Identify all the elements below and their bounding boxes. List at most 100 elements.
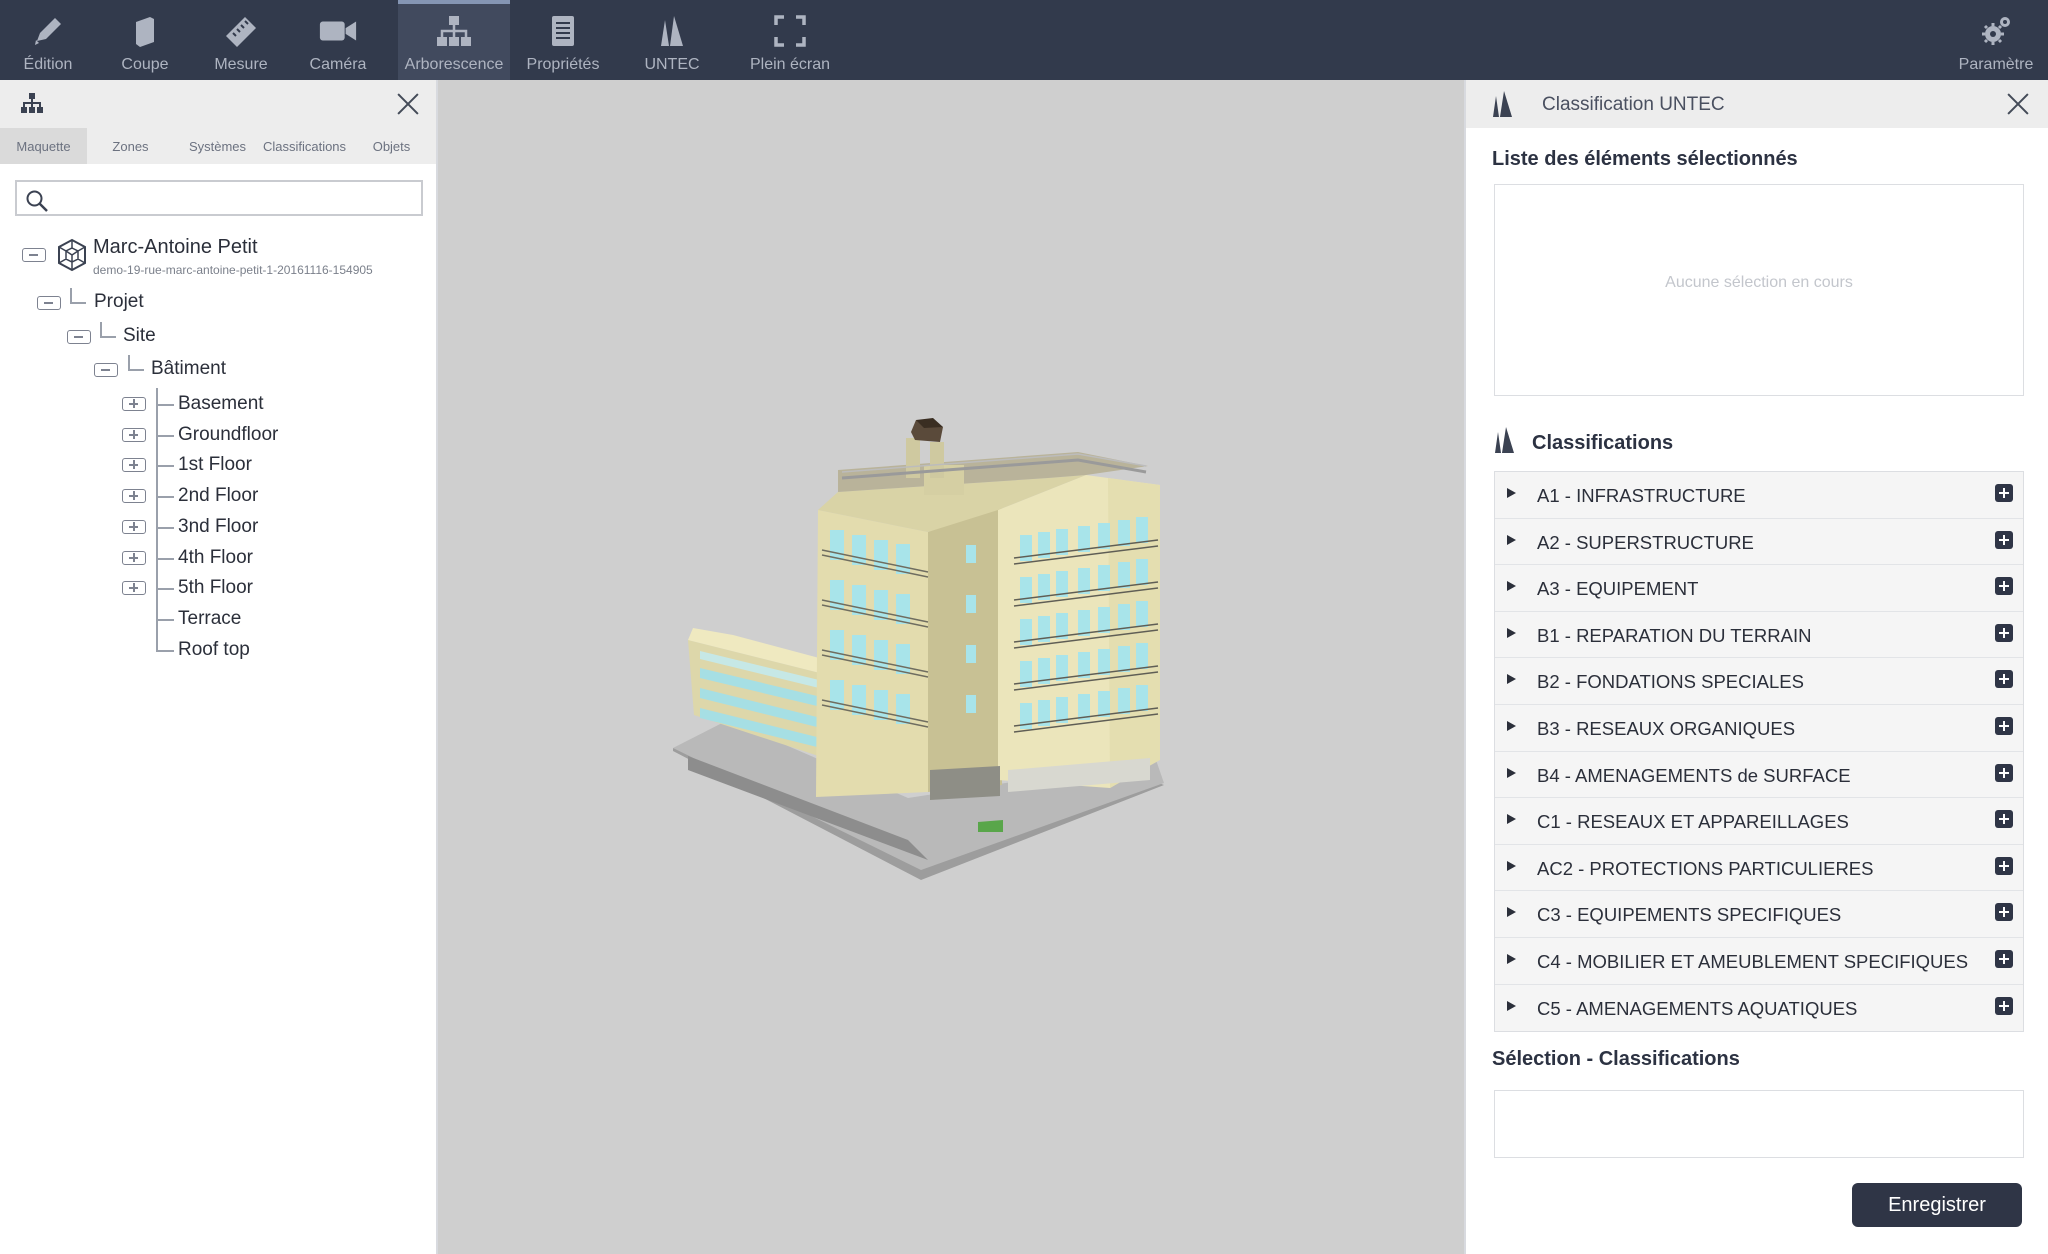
classification-row[interactable]: C1 - RESEAUX ET APPAREILLAGES [1495, 798, 2023, 845]
section-cut-icon [125, 14, 165, 48]
classifications-title: Classifications [1532, 432, 1674, 454]
save-button[interactable]: Enregistrer [1852, 1183, 2022, 1227]
classification-row[interactable]: AC2 - PROTECTIONS PARTICULIERES [1495, 845, 2023, 892]
tree-item-level[interactable]: Roof top [178, 639, 250, 661]
caret-right-icon[interactable] [1507, 767, 1516, 778]
caret-right-icon[interactable] [1507, 720, 1516, 731]
tree-expand-toggle[interactable] [122, 428, 146, 442]
tree-hierarchy-icon [434, 14, 474, 48]
tree-expand-toggle[interactable] [122, 489, 146, 503]
settings-button[interactable]: Paramètre [1950, 0, 2042, 80]
tool-mesure[interactable]: Mesure [204, 0, 278, 80]
video-camera-icon [318, 14, 358, 48]
close-untec-panel-button[interactable] [2004, 90, 2032, 118]
3d-viewer[interactable] [438, 80, 1464, 1254]
tree-expand-toggle[interactable] [122, 581, 146, 595]
tool-plein-ecran[interactable]: Plein écran [744, 0, 836, 80]
tool-camera[interactable]: Caméra [302, 0, 374, 80]
tree-item-level[interactable]: 1st Floor [178, 454, 252, 476]
add-classification-icon[interactable] [1995, 949, 2013, 968]
tab-maquette[interactable]: Maquette [0, 128, 87, 164]
add-classification-icon[interactable] [1995, 670, 2013, 689]
tool-untec[interactable]: UNTEC [636, 0, 708, 80]
add-classification-icon[interactable] [1995, 903, 2013, 922]
caret-right-icon[interactable] [1507, 534, 1516, 545]
tree-collapse-toggle[interactable] [37, 296, 61, 310]
add-classification-icon[interactable] [1995, 577, 2013, 596]
tree-connector [156, 588, 174, 590]
classification-row[interactable]: B2 - FONDATIONS SPECIALES [1495, 658, 2023, 705]
tab-classifications[interactable]: Classifications [261, 128, 348, 164]
selection-classifications-box[interactable] [1494, 1090, 2024, 1158]
close-tree-panel-button[interactable] [394, 90, 422, 118]
classification-label: B4 - AMENAGEMENTS de SURFACE [1537, 764, 1851, 786]
classification-row[interactable]: B3 - RESEAUX ORGANIQUES [1495, 705, 2023, 752]
tree-expand-toggle[interactable] [122, 458, 146, 472]
add-classification-icon[interactable] [1995, 484, 2013, 502]
tree-item-level[interactable]: 3nd Floor [178, 516, 258, 538]
tree-item-level[interactable]: Groundfloor [178, 424, 278, 446]
add-classification-icon[interactable] [1995, 856, 2013, 875]
tree-expand-toggle[interactable] [122, 520, 146, 534]
tab-zones[interactable]: Zones [87, 128, 174, 164]
classification-label: B2 - FONDATIONS SPECIALES [1537, 671, 1804, 693]
classification-row[interactable]: A2 - SUPERSTRUCTURE [1495, 519, 2023, 566]
fullscreen-icon [770, 14, 810, 48]
tree-item-level[interactable]: 2nd Floor [178, 485, 258, 507]
tree-connector [100, 322, 102, 336]
tree-collapse-toggle[interactable] [94, 363, 118, 377]
classification-row[interactable]: B4 - AMENAGEMENTS de SURFACE [1495, 752, 2023, 799]
tree-item-level[interactable]: Terrace [178, 608, 241, 630]
caret-right-icon[interactable] [1507, 581, 1516, 592]
add-classification-icon[interactable] [1995, 530, 2013, 549]
classification-row[interactable]: C3 - EQUIPEMENTS SPECIFIQUES [1495, 891, 2023, 938]
tool-proprietes[interactable]: Propriétés [522, 0, 604, 80]
classification-row[interactable]: C5 - AMENAGEMENTS AQUATIQUES [1495, 985, 2023, 1032]
classification-row[interactable]: A1 - INFRASTRUCTURE [1495, 472, 2023, 519]
tab-systemes[interactable]: Systèmes [174, 128, 261, 164]
tree-item-projet[interactable]: Projet [94, 291, 144, 313]
caret-right-icon[interactable] [1507, 953, 1516, 964]
tree-item-batiment[interactable]: Bâtiment [151, 358, 226, 380]
caret-right-icon[interactable] [1507, 907, 1516, 918]
tree-item-level[interactable]: Basement [178, 393, 264, 415]
add-classification-icon[interactable] [1995, 996, 2013, 1015]
tree-collapse-toggle[interactable] [67, 330, 91, 344]
tree-collapse-toggle[interactable] [22, 248, 46, 262]
caret-right-icon[interactable] [1507, 674, 1516, 685]
tree-item-level[interactable]: 5th Floor [178, 577, 253, 599]
classification-row[interactable]: A3 - EQUIPEMENT [1495, 565, 2023, 612]
tree-connector [100, 336, 116, 338]
tree-expand-toggle[interactable] [122, 397, 146, 411]
tool-coupe[interactable]: Coupe [110, 0, 180, 80]
tree-item-site[interactable]: Site [123, 325, 156, 347]
caret-right-icon[interactable] [1507, 814, 1516, 825]
caret-right-icon[interactable] [1507, 1000, 1516, 1011]
add-classification-icon[interactable] [1995, 763, 2013, 782]
add-classification-icon[interactable] [1995, 623, 2013, 642]
tree-expand-toggle[interactable] [122, 551, 146, 565]
caret-right-icon[interactable] [1507, 860, 1516, 871]
caret-right-icon[interactable] [1507, 627, 1516, 638]
tree-connector [156, 650, 174, 652]
tool-arborescence[interactable]: Arborescence [398, 0, 510, 80]
building-3d-model[interactable] [438, 80, 1464, 1254]
selection-classifications-title: Sélection - Classifications [1492, 1048, 1740, 1070]
tree-root-name[interactable]: Marc-Antoine Petit [93, 236, 258, 259]
untec-logo-icon [1492, 426, 1518, 459]
tab-objets[interactable]: Objets [348, 128, 435, 164]
caret-right-icon[interactable] [1507, 488, 1516, 498]
add-classification-icon[interactable] [1995, 716, 2013, 735]
add-classification-icon[interactable] [1995, 810, 2013, 829]
tree-search-input[interactable] [55, 186, 415, 210]
tree-connector [156, 435, 174, 437]
tool-label: UNTEC [644, 56, 700, 73]
classification-row[interactable]: B1 - REPARATION DU TERRAIN [1495, 612, 2023, 659]
tree-item-level[interactable]: 4th Floor [178, 547, 253, 569]
classification-row[interactable]: C4 - MOBILIER ET AMEUBLEMENT SPECIFIQUES [1495, 938, 2023, 985]
classification-label: C5 - AMENAGEMENTS AQUATIQUES [1537, 997, 1858, 1019]
tool-edition[interactable]: Édition [12, 0, 84, 80]
ruler-icon [221, 14, 261, 48]
classification-label: C4 - MOBILIER ET AMEUBLEMENT SPECIFIQUES [1537, 950, 1969, 972]
tool-label: Propriétés [526, 56, 600, 73]
